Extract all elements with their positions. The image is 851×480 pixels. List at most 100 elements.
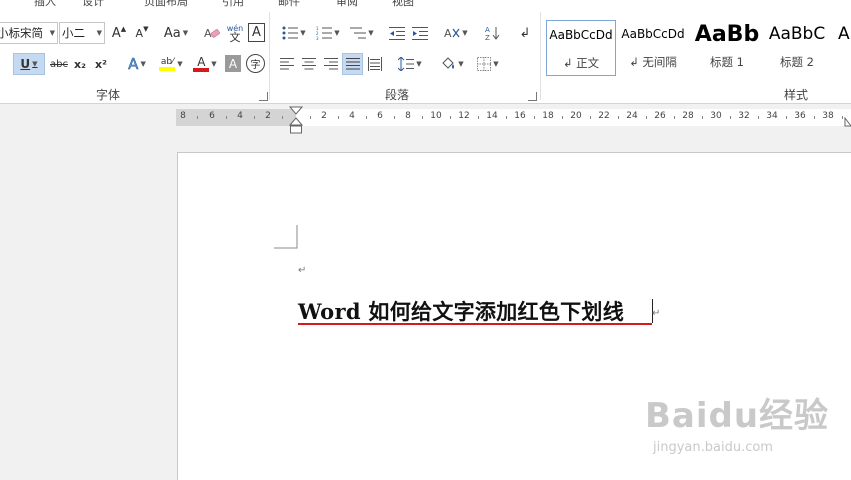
tab-design[interactable]: 设计 <box>82 0 104 8</box>
distributed-button[interactable] <box>365 53 385 75</box>
ruler-number: 2 <box>321 111 327 121</box>
increase-indent-button[interactable] <box>409 22 431 44</box>
ruler-number: 36 <box>794 111 806 121</box>
character-shading-button[interactable]: A <box>225 55 241 72</box>
font-size-combo[interactable]: 小二 ▼ <box>59 22 105 44</box>
paragraph-mark: ↵ <box>298 265 307 276</box>
line-spacing-icon <box>398 57 415 71</box>
horizontal-ruler[interactable]: 8 6 4 2 2 4 6 8 10 12 14 16 18 20 22 24 … <box>176 109 851 126</box>
right-indent-marker-icon[interactable] <box>843 116 851 134</box>
style-title[interactable]: A <box>836 20 851 76</box>
chevron-down-icon[interactable]: ▼ <box>50 29 55 37</box>
ruler-tick <box>786 116 787 119</box>
align-center-icon <box>302 58 316 70</box>
highlight-button[interactable]: ab⁄ ▼ <box>155 53 187 75</box>
style-no-spacing[interactable]: AaBbCcDd ↲ 无间隔 <box>618 20 688 76</box>
word-window: 插入 设计 页面布局 引用 邮件 审阅 视图 小标宋简 ▼ 小二 ▼ A ▲ A ▼… <box>0 0 851 480</box>
character-shading-label: A <box>228 56 238 71</box>
chevron-down-icon[interactable]: ▼ <box>97 29 102 37</box>
superscript-button[interactable]: x² <box>92 53 110 75</box>
chinese-layout-icon: A <box>444 27 460 40</box>
style-heading-1[interactable]: AaBb 标题 1 <box>692 20 762 76</box>
highlight-icon: ab⁄ <box>160 57 174 67</box>
ruler-number: 14 <box>486 111 498 121</box>
ruler-tick <box>254 116 255 119</box>
chinese-layout-button[interactable]: A ▼ <box>440 22 472 44</box>
borders-icon <box>477 57 492 71</box>
justify-button[interactable] <box>342 53 363 75</box>
font-name-combo[interactable]: 小标宋简 ▼ <box>0 22 58 44</box>
paragraph-dialog-launcher-icon[interactable] <box>528 92 537 101</box>
font-color-button[interactable]: A ▼ <box>189 53 221 75</box>
bullet-list-icon <box>282 26 299 40</box>
bullets-button[interactable]: ▼ <box>278 22 310 44</box>
character-border-button[interactable]: A <box>248 23 265 42</box>
align-center-button[interactable] <box>299 53 319 75</box>
svg-text:3: 3 <box>316 36 319 40</box>
ruler-number: 6 <box>377 111 383 121</box>
tab-view[interactable]: 视图 <box>392 0 414 8</box>
ruler-number: 20 <box>570 111 582 121</box>
tab-review[interactable]: 审阅 <box>336 0 358 8</box>
decrease-indent-icon <box>389 27 405 40</box>
font-size-value: 小二 <box>62 26 85 40</box>
shrink-font-icon: A <box>135 26 144 40</box>
grow-font-button[interactable]: A ▲ <box>109 22 129 44</box>
style-heading-1-preview: AaBb <box>694 21 760 47</box>
shading-button[interactable]: ▼ <box>436 53 468 75</box>
ruler-tick <box>674 116 675 119</box>
document-heading[interactable]: Word 如何给文字添加红色下划线 <box>298 296 624 326</box>
style-heading-2[interactable]: AaBbC 标题 2 <box>762 20 832 76</box>
align-right-button[interactable] <box>321 53 341 75</box>
ruler-tick <box>366 116 367 119</box>
subscript-button[interactable]: x₂ <box>71 53 89 75</box>
underline-button[interactable]: U ▼ <box>13 53 45 75</box>
indent-markers-icon[interactable] <box>289 106 303 138</box>
ruler-tick <box>618 116 619 119</box>
decrease-indent-button[interactable] <box>386 22 408 44</box>
ruler-number: 18 <box>542 111 554 121</box>
line-spacing-button[interactable]: ▼ <box>394 53 426 75</box>
ruler-tick <box>310 116 311 119</box>
ruler-number: 8 <box>180 111 186 121</box>
ruler-tick <box>197 116 198 119</box>
tab-layout[interactable]: 页面布局 <box>144 0 188 8</box>
change-case-button[interactable]: Aa ▼ <box>160 22 192 44</box>
ruler-number: 30 <box>710 111 722 121</box>
clear-format-button[interactable]: A <box>202 22 222 44</box>
strikethrough-label: abc <box>50 58 68 70</box>
phonetic-guide-button[interactable]: wén 文 <box>225 22 245 44</box>
tab-insert[interactable]: 插入 <box>34 0 56 8</box>
ruler-tick <box>562 116 563 119</box>
enclose-characters-button[interactable]: 字 <box>246 54 265 73</box>
borders-button[interactable]: ▼ <box>472 53 504 75</box>
svg-text:Z: Z <box>485 34 490 41</box>
font-color-bar <box>193 68 210 72</box>
font-dialog-launcher-icon[interactable] <box>259 92 268 101</box>
group-divider <box>540 12 541 100</box>
paragraph-mark: ↵ <box>652 308 661 319</box>
numbering-button[interactable]: 1 2 3 ▼ <box>312 22 344 44</box>
text-effects-button[interactable]: A ▼ <box>121 53 153 75</box>
eraser-icon: A <box>204 27 220 40</box>
watermark-logo: Baidu经验 <box>645 396 830 436</box>
enclose-characters-label: 字 <box>250 60 261 71</box>
multilevel-list-button[interactable]: ▼ <box>346 22 378 44</box>
strikethrough-button[interactable]: abc <box>48 53 70 75</box>
sort-button[interactable]: AZ <box>482 22 504 44</box>
grow-font-icon: A <box>111 25 121 41</box>
font-name-value: 小标宋简 <box>0 26 43 40</box>
tab-references[interactable]: 引用 <box>222 0 244 8</box>
ruler-number: 12 <box>458 111 470 121</box>
align-left-button[interactable] <box>277 53 297 75</box>
style-normal-preview: AaBbCcDd <box>549 28 613 42</box>
align-right-icon <box>324 58 338 70</box>
show-formatting-button[interactable]: ↲ <box>514 22 536 44</box>
tab-mailings[interactable]: 邮件 <box>278 0 300 8</box>
ruler-tick <box>338 116 339 119</box>
superscript-label: x² <box>95 57 107 71</box>
ruler-number: 16 <box>514 111 526 121</box>
shrink-font-button[interactable]: A ▼ <box>132 22 152 44</box>
style-heading-1-name: 标题 1 <box>710 55 744 69</box>
style-normal[interactable]: AaBbCcDd ↲ 正文 <box>546 20 616 76</box>
